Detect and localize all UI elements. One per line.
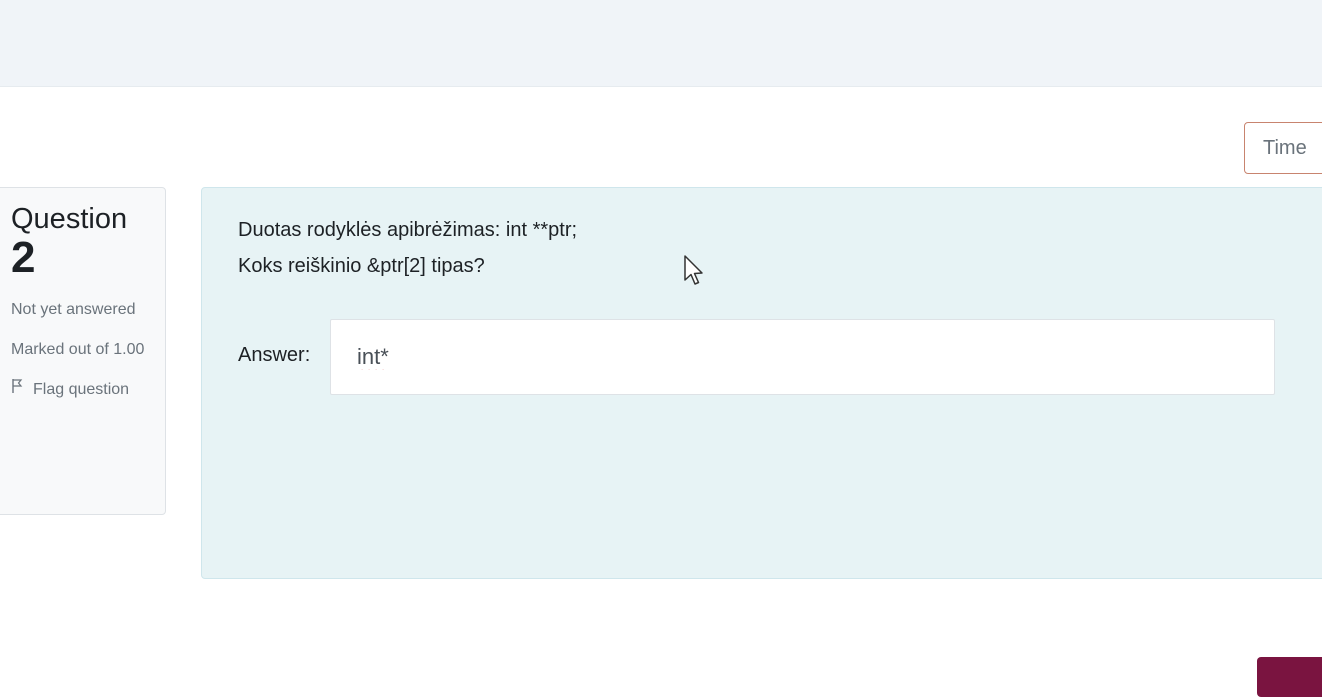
flag-icon <box>11 376 27 404</box>
mouse-pointer-icon <box>684 255 703 285</box>
quiz-timer: Time <box>1244 122 1322 174</box>
question-text: Duotas rodyklės apibrėžimas: int **ptr; … <box>238 212 577 284</box>
flag-question-label: Flag question <box>33 381 130 398</box>
answer-label: Answer: <box>238 344 311 366</box>
page-header-band <box>0 0 1322 87</box>
answer-input[interactable] <box>330 319 1275 395</box>
flag-question-toggle[interactable]: Flag question <box>11 376 153 404</box>
timer-label: Time <box>1263 137 1307 159</box>
question-grade: Marked out of 1.00 <box>11 341 145 358</box>
question-text-line: Duotas rodyklės apibrėžimas: int **ptr; <box>238 219 578 241</box>
question-label: Question <box>11 203 128 235</box>
question-info-panel: Question 2 Not yet answered Marked out o… <box>0 187 166 515</box>
question-number: 2 <box>11 233 36 282</box>
question-state: Not yet answered <box>11 301 136 318</box>
question-formulation: Duotas rodyklės apibrėžimas: int **ptr; … <box>201 187 1322 579</box>
question-text-line: Koks reiškinio &ptr[2] tipas? <box>238 255 485 277</box>
next-page-button[interactable] <box>1257 657 1322 697</box>
